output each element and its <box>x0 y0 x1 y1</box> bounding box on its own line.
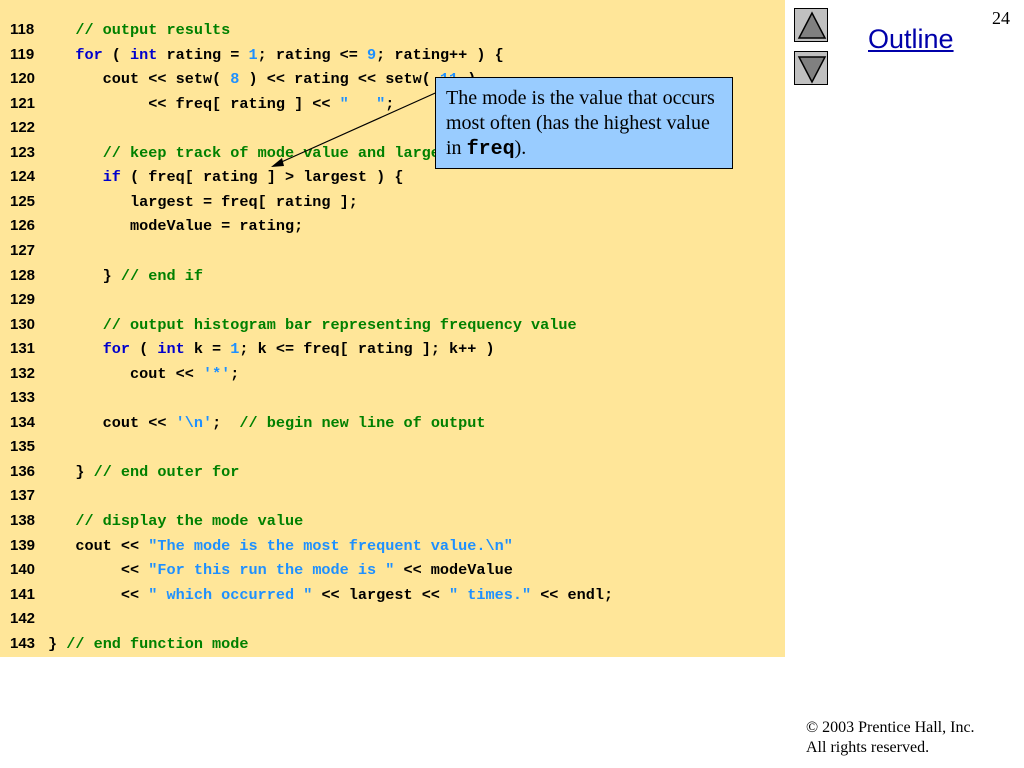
previous-slide-button[interactable] <box>794 8 828 42</box>
triangle-up-icon <box>797 11 827 39</box>
outline-link[interactable]: Outline <box>868 24 954 55</box>
rights-line: All rights reserved. <box>806 739 930 756</box>
callout-box: The mode is the value that occurs most o… <box>435 77 733 169</box>
triangle-down-icon <box>797 56 827 84</box>
callout-code-word: freq <box>466 138 515 161</box>
page-number: 24 <box>992 8 1010 28</box>
next-slide-button[interactable] <box>794 51 828 85</box>
copyright-footer: © 2003 Prentice Hall, Inc. All rights re… <box>806 718 975 758</box>
callout-text-end: ). <box>514 137 527 159</box>
copyright-line: © 2003 Prentice Hall, Inc. <box>806 719 975 736</box>
